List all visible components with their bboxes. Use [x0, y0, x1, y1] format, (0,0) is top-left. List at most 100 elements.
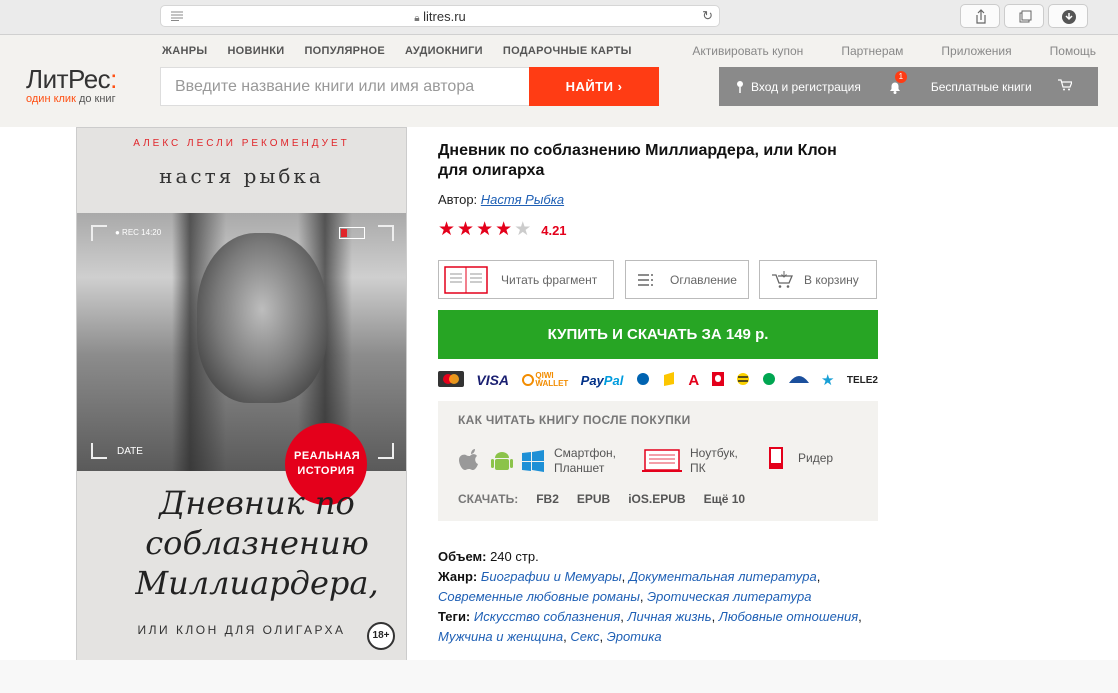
book-title: Дневник по соблазнению Миллиардера, или … — [438, 142, 837, 179]
paypal-icon: PayPal — [580, 372, 624, 388]
toc-label: Оглавление — [670, 272, 737, 287]
cover-date-label: DATE — [117, 446, 143, 457]
cart-add-icon — [772, 270, 793, 288]
site-logo[interactable]: ЛитРес: один клик до книг — [26, 65, 117, 105]
cart-icon — [1057, 79, 1073, 91]
nav-partners[interactable]: Партнерам — [841, 44, 903, 58]
nav-apps[interactable]: Приложения — [941, 44, 1011, 58]
volume-value: 240 стр. — [490, 549, 539, 564]
browser-toolbar: 🔒︎ litres.ru ↻ — [0, 0, 1118, 35]
tag-link[interactable]: Любовные отношения — [719, 609, 858, 624]
cover-badge-text: РЕАЛЬНАЯ ИСТОРИЯ — [294, 450, 361, 477]
viewfinder-corner — [91, 225, 107, 241]
cover-rec-label: ● REC 14:20 — [115, 228, 162, 237]
logo-tagline-b: до книг — [78, 93, 116, 105]
star-filled-icon: ★ — [476, 219, 494, 240]
search-input[interactable]: Введите название книги или имя автора — [160, 67, 530, 106]
tele2-icon: TELE2 — [846, 374, 878, 386]
author-line: Автор: Настя Рыбка — [438, 192, 564, 207]
format-fb2[interactable]: FB2 — [536, 492, 559, 506]
volume-label: Объем: — [438, 549, 487, 564]
read-fragment-label: Читать фрагмент — [501, 272, 598, 287]
toc-button[interactable]: Оглавление — [625, 260, 749, 299]
platform-smartphone[interactable]: Смартфон, Планшет — [458, 446, 624, 476]
star-empty-icon: ★ — [514, 219, 532, 240]
tag-link[interactable]: Искусство соблазнения — [474, 609, 620, 624]
tag-link[interactable]: Мужчина и женщина — [438, 629, 563, 644]
genre-link[interactable]: Документальная литература — [629, 569, 817, 584]
webmoney-icon — [636, 372, 650, 389]
nav-help[interactable]: Помощь — [1050, 44, 1096, 58]
downloads-button[interactable] — [1048, 4, 1088, 28]
tag-link[interactable]: Личная жизнь — [628, 609, 712, 624]
cover-author: настя рыбка — [159, 164, 324, 188]
nav-gift-cards[interactable]: ПОДАРОЧНЫЕ КАРТЫ — [503, 45, 632, 57]
chevron-right-icon: › — [617, 79, 623, 94]
platform-laptop[interactable]: Ноутбук, ПК — [642, 446, 746, 476]
logo-tagline-a: один клик — [26, 93, 76, 105]
book-details: Объем: 240 стр. Жанр: Биографии и Мемуар… — [438, 547, 878, 647]
mts-icon — [711, 371, 724, 389]
search-button-label: НАЙТИ — [565, 79, 614, 94]
cover-title: Дневник по соблазнению Миллиардера, — [135, 484, 379, 602]
nav-popular[interactable]: ПОПУЛЯРНОЕ — [304, 45, 385, 57]
tabs-button[interactable] — [1004, 4, 1044, 28]
format-epub[interactable]: EPUB — [577, 492, 610, 506]
mastercard-icon — [438, 370, 464, 390]
nav-new[interactable]: НОВИНКИ — [227, 45, 284, 57]
download-icon — [1062, 10, 1076, 24]
genre-link[interactable]: Современные любовные романы — [438, 589, 640, 604]
genre-link[interactable]: Биографии и Мемуары — [481, 569, 622, 584]
beeline-icon — [736, 372, 750, 389]
laptop-label: Ноутбук, ПК — [690, 446, 738, 475]
search-button[interactable]: НАЙТИ › — [529, 67, 659, 106]
cover-photo: ● REC 14:20 DATE — [77, 213, 406, 471]
logo-text-b: Рес — [68, 64, 111, 94]
cover-recommend: АЛЕКС ЛЕСЛИ РЕКОМЕНДУЕТ — [133, 138, 350, 149]
book-cover[interactable]: АЛЕКС ЛЕСЛИ РЕКОМЕНДУЕТ настя рыбка ● RE… — [76, 127, 407, 661]
yandex-money-icon — [662, 371, 676, 390]
logo-colon: : — [110, 64, 117, 94]
alfa-bank-icon: А — [688, 371, 700, 389]
address-bar[interactable]: 🔒︎ litres.ru ↻ — [160, 5, 720, 27]
read-fragment-button[interactable]: Читать фрагмент — [438, 260, 614, 299]
cart-button[interactable] — [1057, 79, 1073, 94]
author-label: Автор: — [438, 192, 478, 207]
reload-icon[interactable]: ↻ — [702, 8, 713, 24]
buy-button[interactable]: КУПИТЬ И СКАЧАТЬ ЗА 149 р. — [438, 310, 878, 359]
volume-row: Объем: 240 стр. — [438, 547, 878, 567]
platform-reader[interactable]: Ридер — [768, 446, 833, 470]
tags-row: Теги: Искусство соблазнения, Личная жизн… — [438, 609, 862, 644]
nav-activate-coupon[interactable]: Активировать купон — [692, 44, 803, 58]
genre-row: Жанр: Биографии и Мемуары, Документальна… — [438, 569, 821, 604]
tags-label: Теги: — [438, 609, 471, 624]
genre-link[interactable]: Эротическая литература — [647, 589, 811, 604]
format-more[interactable]: Ещё 10 — [704, 492, 745, 506]
how-to-read-panel: КАК ЧИТАТЬ КНИГУ ПОСЛЕ ПОКУПКИ Смартфон,… — [438, 401, 878, 521]
author-link[interactable]: Настя Рыбка — [481, 192, 564, 207]
star-filled-icon: ★ — [495, 219, 513, 240]
how-to-read-heading: КАК ЧИТАТЬ КНИГУ ПОСЛЕ ПОКУПКИ — [458, 413, 691, 427]
battery-icon — [339, 227, 365, 239]
add-to-cart-button[interactable]: В корзину — [759, 260, 877, 299]
login-label: Вход и регистрация — [751, 79, 861, 94]
age-rating-badge: 18+ — [367, 622, 395, 650]
key-icon — [737, 80, 743, 93]
download-formats: СКАЧАТЬ: FB2 EPUB iOS.EPUB Ещё 10 — [458, 492, 763, 506]
tag-link[interactable]: Эротика — [607, 629, 662, 644]
rating-value: 4.21 — [541, 222, 567, 238]
rating[interactable]: ★ ★ ★ ★ ★ 4.21 — [438, 219, 567, 240]
login-button[interactable]: Вход и регистрация — [733, 80, 861, 94]
free-books-link[interactable]: Бесплатные книги — [931, 80, 1032, 94]
laptop-icon — [642, 449, 682, 472]
payment-methods: VISA QIWI WALLET PayPal А ★ TELE2 — [438, 370, 878, 390]
reader-label: Ридер — [798, 450, 834, 465]
user-bar: Вход и регистрация 1 Бесплатные книги — [719, 67, 1098, 106]
notifications-button[interactable]: 1 — [887, 70, 907, 95]
open-book-icon — [444, 265, 488, 294]
format-ios-epub[interactable]: iOS.EPUB — [628, 492, 685, 506]
nav-audiobooks[interactable]: АУДИОКНИГИ — [405, 45, 483, 57]
nav-genres[interactable]: ЖАНРЫ — [162, 45, 207, 57]
tag-link[interactable]: Секс — [570, 629, 599, 644]
share-button[interactable] — [960, 4, 1000, 28]
